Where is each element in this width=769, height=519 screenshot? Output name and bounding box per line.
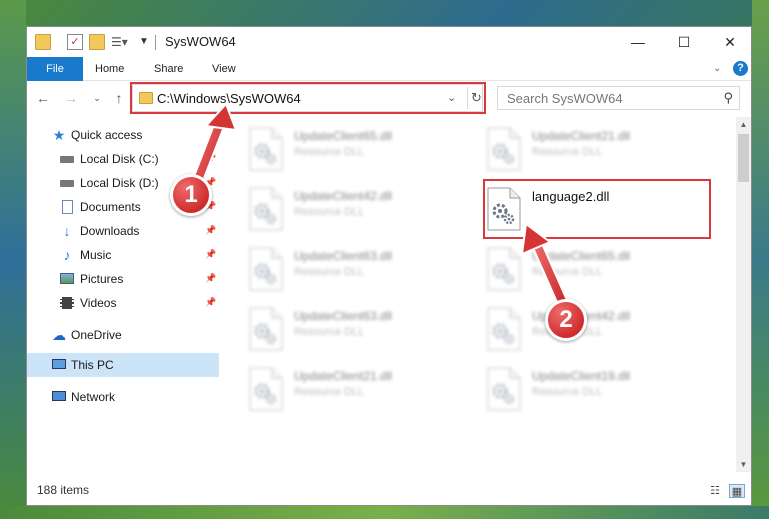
- search-placeholder: Search SysWOW64: [507, 91, 623, 106]
- scroll-down-icon[interactable]: ▼: [736, 457, 751, 472]
- sidebar-item-local-disk-c[interactable]: Local Disk (C:) 📌: [27, 147, 219, 171]
- tab-view[interactable]: View: [202, 57, 246, 81]
- star-icon: ★: [52, 127, 66, 143]
- title-bar: ✓ ☰▾ ▼ SysWOW64 — ☐ ✕: [27, 27, 751, 57]
- pin-icon[interactable]: 📌: [205, 273, 216, 284]
- details-view-icon[interactable]: ☷: [707, 484, 723, 498]
- back-arrow-icon[interactable]: ←: [35, 90, 51, 106]
- customize-quick-access-icon[interactable]: ☰▾: [111, 34, 128, 50]
- window-title: SysWOW64: [165, 34, 236, 49]
- desktop-background-bottom: [0, 506, 769, 519]
- dll-file-icon: [248, 127, 284, 171]
- scroll-up-icon[interactable]: ▲: [736, 117, 751, 132]
- pin-icon[interactable]: 📌: [205, 225, 216, 236]
- document-icon: [59, 199, 75, 215]
- help-icon[interactable]: ?: [733, 61, 748, 76]
- sidebar-item-pictures[interactable]: Pictures 📌: [27, 267, 219, 291]
- ribbon-tabs: File Home Share View ⌄ ?: [27, 57, 751, 81]
- large-icons-view-icon[interactable]: ▦: [729, 484, 745, 498]
- step-1-badge: 1: [170, 174, 212, 216]
- sidebar-item-downloads[interactable]: ↓ Downloads 📌: [27, 219, 219, 243]
- file-item[interactable]: UpdateClient21.dll Resource DLL: [486, 123, 712, 177]
- dll-file-icon: [248, 247, 284, 291]
- chevron-down-icon[interactable]: ▼: [139, 34, 155, 50]
- dll-file-icon: [248, 367, 284, 411]
- new-folder-icon[interactable]: [89, 34, 105, 50]
- desktop-background-left: [0, 0, 26, 519]
- folder-icon: [35, 34, 51, 50]
- file-highlight: [483, 179, 711, 239]
- expand-ribbon-icon[interactable]: ⌄: [713, 63, 721, 74]
- dll-file-icon: [486, 307, 522, 351]
- file-item[interactable]: UpdateClient42.dll Resource DLL: [248, 183, 474, 237]
- up-arrow-icon[interactable]: ↑: [111, 90, 127, 106]
- file-item[interactable]: UpdateClient65.dll Resource DLL: [248, 123, 474, 177]
- pin-icon[interactable]: 📌: [205, 153, 216, 164]
- cloud-icon: ☁: [52, 327, 66, 343]
- sidebar-item-videos[interactable]: Videos 📌: [27, 291, 219, 315]
- music-note-icon: ♪: [63, 247, 71, 263]
- drive-icon: [59, 151, 75, 167]
- close-button[interactable]: ✕: [707, 27, 751, 57]
- sidebar-item-network[interactable]: Network: [27, 385, 219, 409]
- navigation-bar: ← → ⌄ ↑ C:\Windows\SysWOW64 ⌄ ↻ Search S…: [27, 81, 751, 115]
- file-explorer-window: ✓ ☰▾ ▼ SysWOW64 — ☐ ✕ File Home Share Vi…: [26, 26, 752, 506]
- search-input[interactable]: Search SysWOW64 ⚲: [497, 86, 740, 110]
- step-2-badge: 2: [545, 299, 587, 341]
- film-icon: [59, 295, 75, 311]
- download-arrow-icon: ↓: [63, 223, 71, 239]
- dll-file-icon: [248, 187, 284, 231]
- dll-file-icon: [486, 367, 522, 411]
- status-bar: 188 items ☷ ▦: [27, 477, 751, 505]
- dll-file-icon: [248, 307, 284, 351]
- navigation-pane: ★ Quick access Local Disk (C:) 📌 Local D…: [27, 117, 219, 472]
- sidebar-item-music[interactable]: ♪ Music 📌: [27, 243, 219, 267]
- scroll-thumb[interactable]: [738, 134, 749, 182]
- pin-icon[interactable]: 📌: [205, 249, 216, 260]
- tab-home[interactable]: Home: [85, 57, 134, 81]
- network-icon: [51, 389, 67, 405]
- title-separator: [155, 35, 156, 50]
- search-icon[interactable]: ⚲: [723, 90, 733, 106]
- sidebar-item-this-pc[interactable]: This PC: [27, 353, 219, 377]
- minimize-button[interactable]: —: [615, 27, 661, 57]
- file-item[interactable]: UpdateClient21.dll Resource DLL: [248, 363, 474, 417]
- dll-file-icon: [486, 247, 522, 291]
- pin-icon[interactable]: 📌: [205, 297, 216, 308]
- maximize-button[interactable]: ☐: [661, 27, 707, 57]
- tab-share[interactable]: Share: [144, 57, 193, 81]
- address-highlight: [130, 82, 486, 114]
- vertical-scrollbar[interactable]: ▲ ▼: [736, 117, 751, 472]
- file-item[interactable]: UpdateClient19.dll Resource DLL: [486, 363, 712, 417]
- sidebar-item-onedrive[interactable]: ☁ OneDrive: [27, 323, 219, 347]
- forward-arrow-icon[interactable]: →: [63, 90, 79, 106]
- tab-file[interactable]: File: [27, 57, 83, 81]
- file-item[interactable]: UpdateClient42.dll Resource DLL: [486, 303, 712, 357]
- file-item[interactable]: UpdateClient63.dll Resource DLL: [248, 303, 474, 357]
- file-list: UpdateClient65.dll Resource DLL UpdateCl…: [222, 117, 736, 472]
- sidebar-item-quick-access[interactable]: ★ Quick access: [27, 123, 219, 147]
- dll-file-icon: [486, 127, 522, 171]
- computer-icon: [51, 357, 67, 373]
- file-item[interactable]: UpdateClient63.dll Resource DLL: [248, 243, 474, 297]
- properties-icon[interactable]: ✓: [67, 34, 83, 50]
- desktop-background-right: [752, 0, 769, 519]
- file-item[interactable]: UpdateClient65.dll Resource DLL: [486, 243, 712, 297]
- drive-icon: [59, 175, 75, 191]
- picture-icon: [59, 271, 75, 287]
- item-count: 188 items: [37, 483, 90, 497]
- recent-locations-icon[interactable]: ⌄: [89, 90, 105, 106]
